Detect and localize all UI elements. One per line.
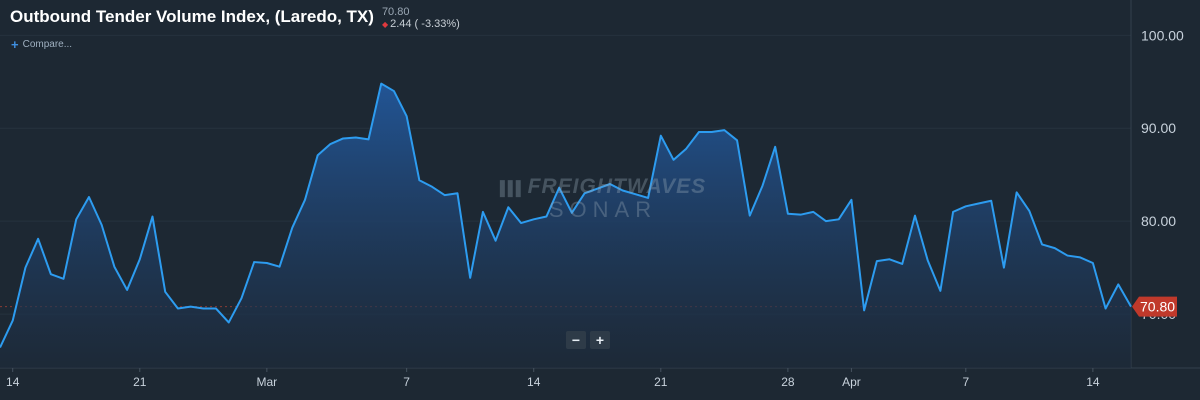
chart-title: Outbound Tender Volume Index, (Laredo, T… [10,7,374,26]
chart-header: Outbound Tender Volume Index, (Laredo, T… [10,6,460,31]
quote-change: ◆ 2.44 ( -3.33%) [382,18,460,31]
last-value-label: 70.80 [1140,299,1175,315]
x-tick-label-4: 14 [527,375,541,389]
y-tick-label-1: 80.00 [1141,213,1176,229]
series-area-fill [0,83,1131,368]
x-tick-label-9: 14 [1086,375,1100,389]
plot-area [0,82,1132,368]
x-tick-label-3: 7 [403,375,410,389]
compare-label: Compare... [22,39,73,50]
y-axis: 70.0080.0090.00100.00 [1141,27,1184,322]
quote-last-value: 70.80 [381,6,410,18]
compare-button[interactable]: + Compare... [11,37,72,52]
quote: 70.80 ◆ 2.44 ( -3.33%) [382,6,460,31]
x-tick-label-2: Mar [257,375,278,389]
x-tick-label-1: 21 [133,375,147,389]
last-value-badge: 70.80 [1132,296,1177,317]
plus-icon: + [11,37,19,52]
zoom-controls: − + [566,331,610,349]
y-tick-label-2: 90.00 [1141,120,1176,136]
x-tick-label-7: Apr [842,375,861,389]
zoom-in-button[interactable]: + [590,331,610,349]
y-tick-label-3: 100.00 [1141,27,1184,43]
x-axis: 1421Mar7142128Apr71421May7 [6,368,1100,389]
down-arrow-icon: ◆ [381,20,389,29]
x-tick-label-5: 21 [654,375,668,389]
x-tick-label-8: 7 [962,375,969,389]
zoom-out-button[interactable]: − [566,331,586,349]
x-tick-label-0: 14 [6,375,20,389]
x-tick-label-6: 28 [781,375,795,389]
quote-change-text: 2.44 ( -3.33%) [390,18,460,30]
chart-panel: 70.0080.0090.00100.00 1421Mar7142128Apr7… [0,0,1200,400]
